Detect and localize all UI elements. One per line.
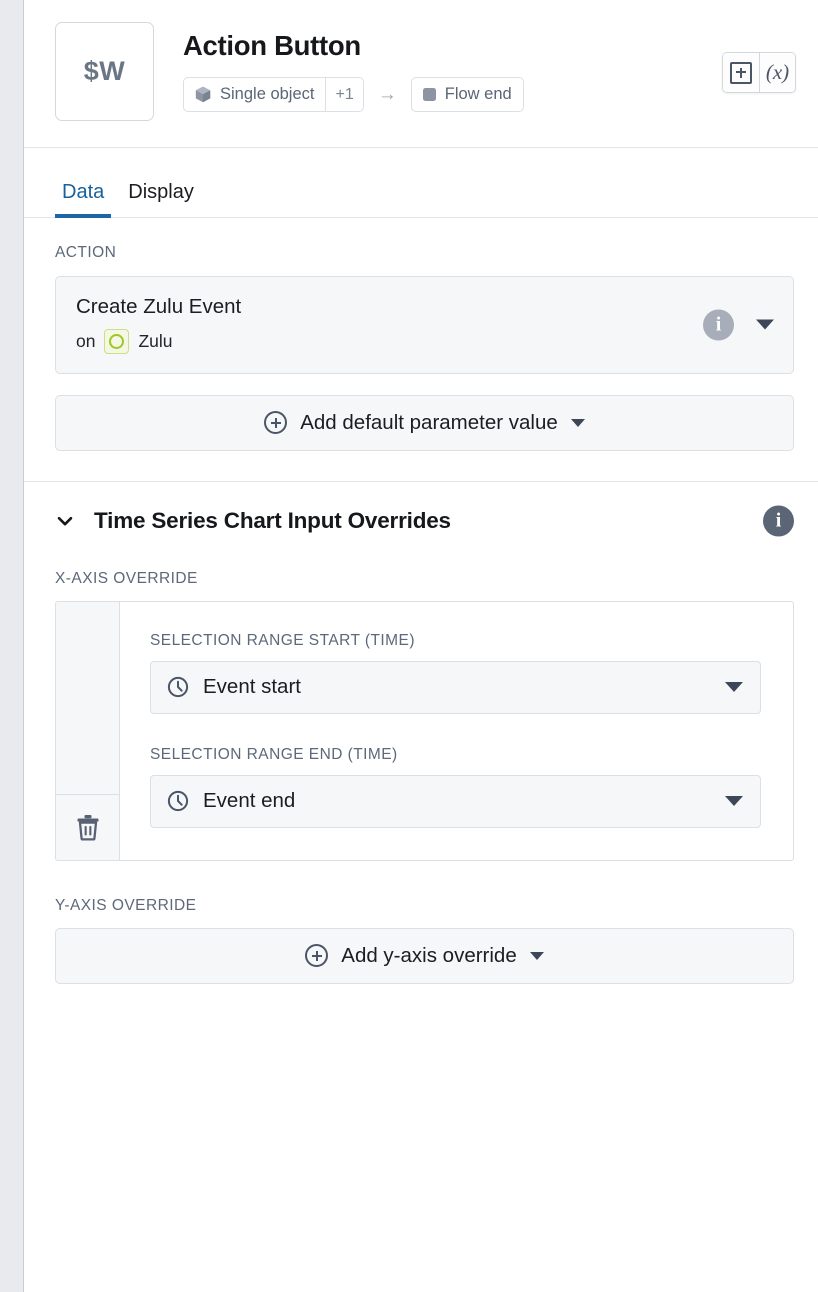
selection-range-start-value: Event start: [203, 675, 301, 699]
input-chip-count-badge: +1: [325, 78, 362, 112]
tab-display[interactable]: Display: [121, 182, 201, 218]
action-subtitle: on Zulu: [76, 328, 773, 354]
add-default-parameter-button[interactable]: Add default parameter value: [55, 394, 794, 451]
gutter-spacer: [56, 602, 119, 794]
add-y-axis-override-button[interactable]: Add y-axis override: [55, 927, 794, 984]
selection-range-start-select[interactable]: Event start: [150, 660, 761, 714]
caret-down-icon[interactable]: [756, 319, 774, 330]
output-type-chip[interactable]: Flow end: [410, 77, 524, 113]
clock-icon: [167, 790, 189, 812]
caret-down-icon: [725, 796, 743, 807]
action-object-name: Zulu: [138, 330, 173, 351]
object-type-icon: [104, 328, 130, 354]
caret-down-icon: [725, 682, 743, 693]
input-type-chip[interactable]: Single object +1: [183, 77, 364, 113]
variable-expression-button[interactable]: (x): [759, 53, 795, 92]
flow-arrow-icon: →: [377, 84, 397, 106]
cube-icon: [195, 86, 211, 103]
input-chip-label-wrap: Single object: [184, 78, 325, 111]
object-ring-icon: [109, 333, 125, 349]
output-chip-label: Flow end: [444, 85, 512, 104]
add-boxed-plus-button[interactable]: [723, 53, 759, 92]
x-axis-override-caption: X-AXIS OVERRIDE: [55, 569, 198, 587]
info-icon[interactable]: i: [763, 505, 794, 537]
boxed-plus-icon: [730, 61, 752, 84]
panel-body: ACTION Create Zulu Event on Zulu i Add d…: [24, 218, 818, 1292]
overrides-title: Time Series Chart Input Overrides: [94, 507, 451, 533]
action-section: ACTION Create Zulu Event on Zulu i Add d…: [24, 218, 818, 482]
chevron-down-icon[interactable]: [55, 511, 75, 531]
page-title: Action Button: [183, 30, 361, 61]
action-title: Create Zulu Event: [76, 295, 242, 318]
info-icon[interactable]: i: [703, 309, 734, 341]
action-card-controls: i: [703, 309, 774, 341]
left-rail: [0, 0, 24, 1292]
plus-circle-icon: [264, 411, 288, 435]
fx-icon: (x): [765, 60, 790, 84]
caret-down-icon: [570, 418, 585, 427]
add-y-axis-override-label: Add y-axis override: [341, 943, 517, 967]
selection-range-end-select[interactable]: Event end: [150, 774, 761, 828]
io-chip-row: Single object +1 → Flow end: [183, 77, 796, 113]
add-default-parameter-label: Add default parameter value: [300, 410, 558, 434]
widget-thumbnail: $W: [55, 22, 154, 121]
overrides-header: Time Series Chart Input Overrides i: [55, 505, 794, 537]
header-main: Action Button Single object +1 → Flow en…: [183, 22, 796, 113]
side-panel: $W Action Button Single object +1 → Flow…: [24, 0, 818, 1292]
clock-icon: [167, 676, 189, 698]
selection-range-end-value: Event end: [203, 789, 296, 813]
thumbnail-label: $W: [83, 56, 126, 86]
panel-tabs: Data Display: [24, 148, 818, 218]
delete-x-axis-override-button[interactable]: [56, 793, 119, 860]
input-chip-label: Single object: [220, 85, 315, 104]
action-on-prefix: on: [76, 330, 96, 351]
selection-range-end-label: SELECTION RANGE END (TIME): [150, 745, 398, 763]
tab-data[interactable]: Data: [55, 182, 112, 218]
x-axis-override-card: SELECTION RANGE START (TIME) Event start: [55, 600, 794, 861]
panel-header: $W Action Button Single object +1 → Flow…: [24, 0, 818, 148]
plus-circle-icon: [305, 944, 329, 968]
header-action-buttons: (x): [722, 52, 796, 93]
action-card[interactable]: Create Zulu Event on Zulu i: [55, 276, 794, 374]
caret-down-icon: [529, 951, 544, 960]
output-chip-label-wrap: Flow end: [412, 78, 523, 111]
y-axis-override-wrap: Add y-axis override: [55, 927, 794, 984]
trash-icon: [75, 813, 101, 841]
x-axis-override-gutter: [56, 601, 120, 860]
action-section-caption: ACTION: [55, 244, 117, 261]
x-axis-override-fields: SELECTION RANGE START (TIME) Event start: [120, 602, 793, 860]
y-axis-override-caption: Y-AXIS OVERRIDE: [55, 896, 197, 914]
square-icon: [422, 88, 436, 102]
overrides-section: Time Series Chart Input Overrides i X-AX…: [24, 482, 818, 1014]
selection-range-start-label: SELECTION RANGE START (TIME): [150, 631, 415, 649]
app-window: $W Action Button Single object +1 → Flow…: [0, 0, 818, 1292]
